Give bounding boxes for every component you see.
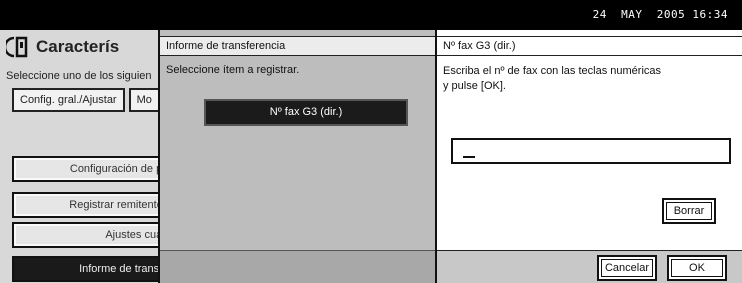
fax-number-input[interactable]: [451, 138, 731, 164]
g3-fax-number-option[interactable]: Nº fax G3 (dir.): [204, 99, 408, 126]
page-title: Caracterís: [36, 37, 120, 56]
menu-button-frame-settings[interactable]: Ajustes cuadr: [12, 222, 158, 248]
transfer-report-footer: [160, 250, 435, 283]
transfer-report-panel: Informe de transferencia Seleccione ítem…: [158, 30, 435, 283]
dialog-title: Nº fax G3 (dir.): [443, 40, 516, 52]
transfer-report-header: Informe de transferencia: [160, 36, 435, 56]
cancel-button[interactable]: Cancelar: [597, 255, 657, 281]
status-bar: 24 MAY 2005 16:34: [0, 0, 742, 30]
tab-general-settings[interactable]: Config. gral./Ajustar: [12, 88, 125, 112]
transfer-report-title: Informe de transferencia: [166, 40, 286, 52]
dialog-message: Escriba el nº de fax con las teclas numé…: [443, 65, 662, 92]
menu-button-transfer-report[interactable]: Informe de transfer: [12, 256, 158, 282]
features-panel: Caracterís Seleccione uno de los siguien…: [0, 30, 158, 283]
tab-mode[interactable]: Mo: [128, 88, 158, 112]
clock: 24 MAY 2005 16:34: [592, 8, 728, 21]
features-instruction: Seleccione uno de los siguien: [6, 70, 152, 82]
text-cursor: [463, 156, 475, 158]
features-title: Caracterís: [6, 35, 119, 59]
dialog-header: Nº fax G3 (dir.): [437, 36, 742, 56]
ok-button[interactable]: OK: [667, 255, 727, 281]
menu-button-config[interactable]: Configuración de par: [12, 156, 158, 182]
tab-bar: Config. gral./Ajustar Mo: [12, 88, 158, 112]
transfer-report-instruction: Seleccione ítem a registrar.: [166, 64, 300, 76]
menu-button-register-sender[interactable]: Registrar remitente e: [12, 192, 158, 218]
fax-number-dialog: Nº fax G3 (dir.) Escriba el nº de fax co…: [435, 30, 742, 283]
settings-tools-icon: [6, 36, 28, 58]
clear-button[interactable]: Borrar: [662, 198, 716, 224]
screen: 24 MAY 2005 16:34 Caracterís Seleccione …: [0, 0, 742, 283]
